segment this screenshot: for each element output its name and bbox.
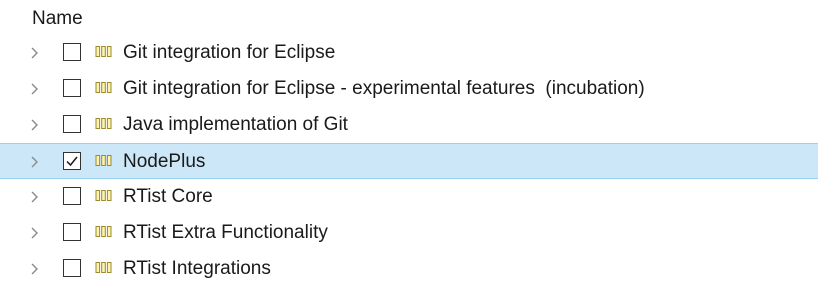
- tree-item-label: RTist Integrations: [123, 258, 271, 279]
- feature-checkbox[interactable]: [63, 223, 81, 241]
- feature-checkbox[interactable]: [63, 152, 81, 170]
- tree-item[interactable]: Git integration for Eclipse - experiment…: [0, 71, 818, 107]
- feature-checkbox[interactable]: [63, 115, 81, 133]
- feature-checkbox[interactable]: [63, 259, 81, 277]
- feature-checkbox[interactable]: [63, 187, 81, 205]
- tree-item[interactable]: Git integration for Eclipse: [0, 35, 818, 71]
- feature-checkbox[interactable]: [63, 43, 81, 61]
- chevron-right-icon[interactable]: [29, 190, 41, 204]
- feature-tree: Name Git integration for Eclipse Git inte…: [0, 0, 818, 293]
- chevron-right-icon[interactable]: [29, 262, 41, 276]
- feature-checkbox[interactable]: [63, 79, 81, 97]
- feature-icon: [95, 81, 112, 94]
- tree-item[interactable]: RTist Integrations: [0, 251, 818, 287]
- chevron-right-icon[interactable]: [29, 46, 41, 60]
- chevron-right-icon[interactable]: [29, 82, 41, 96]
- tree-item-label: NodePlus: [123, 151, 206, 172]
- tree-item[interactable]: Java implementation of Git: [0, 107, 818, 143]
- tree-item-label: Java implementation of Git: [123, 114, 348, 135]
- tree-item-label: Git integration for Eclipse - experiment…: [123, 78, 645, 99]
- tree-item[interactable]: RTist Core: [0, 179, 818, 215]
- tree-item[interactable]: RTist Extra Functionality: [0, 215, 818, 251]
- feature-icon: [95, 154, 112, 167]
- tree-item-label: Git integration for Eclipse: [123, 42, 336, 63]
- tree-item-label: RTist Core: [123, 186, 213, 207]
- feature-icon: [95, 261, 112, 274]
- chevron-right-icon[interactable]: [29, 118, 41, 132]
- tree-item[interactable]: NodePlus: [0, 143, 818, 179]
- feature-icon: [95, 189, 112, 202]
- chevron-right-icon[interactable]: [29, 155, 41, 169]
- chevron-right-icon[interactable]: [29, 226, 41, 240]
- tree-item-label: RTist Extra Functionality: [123, 222, 328, 243]
- feature-icon: [95, 45, 112, 58]
- name-column-header[interactable]: Name: [32, 6, 83, 32]
- feature-icon: [95, 117, 112, 130]
- tree-rows: Git integration for Eclipse Git integrati…: [0, 35, 818, 287]
- feature-icon: [95, 225, 112, 238]
